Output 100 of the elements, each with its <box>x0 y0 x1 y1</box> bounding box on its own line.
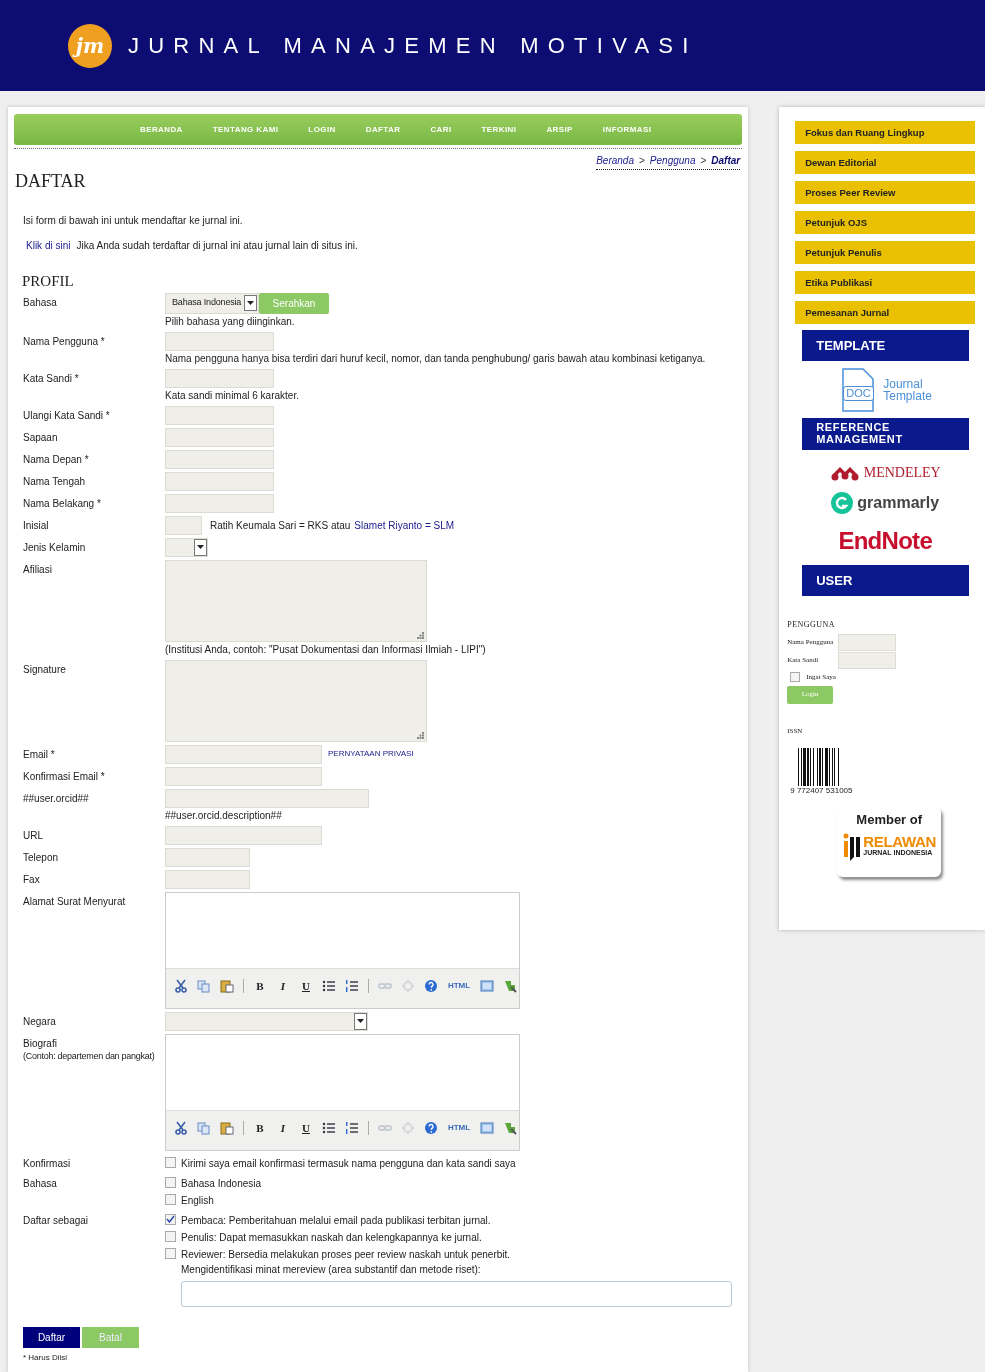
field-label: Sapaan <box>23 430 58 444</box>
bold-button[interactable]: B <box>253 1120 267 1135</box>
template-link[interactable]: Journal Template <box>883 378 932 402</box>
underline-button[interactable]: U <box>299 978 313 993</box>
endnote-logo: EndNote <box>838 526 932 556</box>
italic-button[interactable]: I <box>276 1120 290 1135</box>
interests-field[interactable] <box>181 1280 732 1307</box>
field-label: Nama Depan * <box>23 452 89 466</box>
numbered-list-icon <box>345 978 359 993</box>
checkbox[interactable] <box>165 1213 176 1225</box>
breadcrumb-separator: > <box>700 154 707 168</box>
mendeley-icon <box>829 464 860 481</box>
input-field[interactable] <box>165 788 369 808</box>
numbered-list-icon <box>345 1120 359 1135</box>
field-label: Nama Tengah <box>23 474 86 488</box>
select-field[interactable] <box>165 537 208 557</box>
checkbox[interactable] <box>165 1230 176 1242</box>
checkbox[interactable] <box>790 672 801 683</box>
input-field[interactable] <box>165 471 274 491</box>
barcode-number: 9 772407 531005 <box>790 786 853 795</box>
page-title: DAFTAR <box>15 170 87 193</box>
sidebar-link[interactable]: Fokus dan Ruang Lingkup <box>795 121 976 144</box>
input-field[interactable] <box>165 869 250 889</box>
checkbox[interactable] <box>165 1156 176 1168</box>
rji-logo-icon <box>842 832 862 861</box>
bullet-list-icon <box>322 978 336 993</box>
barcode-icon <box>798 748 842 786</box>
resize-grip-icon <box>417 631 424 639</box>
help-icon <box>424 1120 438 1135</box>
sidebar-link[interactable]: Petunjuk Penulis <box>795 241 976 264</box>
image-icon <box>480 978 494 993</box>
html-button[interactable]: HTML <box>447 1120 471 1135</box>
input-field[interactable] <box>165 449 274 469</box>
sidebar-link[interactable]: Petunjuk OJS <box>795 211 976 234</box>
html-button[interactable]: HTML <box>447 978 471 993</box>
dropdown-arrow-icon <box>247 301 254 305</box>
italic-button[interactable]: I <box>276 978 290 993</box>
scissors-icon <box>174 1120 188 1135</box>
bold-button[interactable]: B <box>253 978 267 993</box>
broken-chain-icon <box>401 1120 415 1135</box>
sidebar-link[interactable]: Proses Peer Review <box>795 181 976 204</box>
field-hint: (Institusi Anda, contoh: "Pusat Dokumentasi dan Informasi Ilmiah - LIPI") <box>165 642 486 657</box>
check-icon <box>166 1215 175 1223</box>
login-link[interactable]: Klik di sini <box>26 238 71 253</box>
rich-text-editor[interactable]: B I U HTML <box>165 1033 520 1151</box>
checkbox[interactable] <box>165 1193 176 1205</box>
checkbox-label: Kirimi saya email konfirmasi termasuk nama pengguna dan kata sandi saya <box>181 1156 516 1171</box>
field-label: Afiliasi <box>23 562 52 576</box>
privacy-link[interactable]: PERNYATAAN PRIVASI <box>328 748 414 760</box>
input-field[interactable] <box>165 766 322 786</box>
sidebar-link[interactable]: Pemesanan Jurnal <box>795 301 976 324</box>
input-field[interactable] <box>165 847 250 867</box>
clipboard-icon <box>220 978 234 993</box>
field-hint: ##user.orcid.description## <box>165 808 282 823</box>
sidebar-link[interactable]: Etika Publikasi <box>795 271 976 294</box>
rich-text-editor[interactable]: B I U HTML <box>165 891 520 1009</box>
required-note: * Harus Diisi <box>23 1352 68 1363</box>
language-select[interactable]: Bahasa Indonesia <box>165 292 259 314</box>
text-area[interactable] <box>165 659 427 742</box>
input-field[interactable] <box>165 368 274 388</box>
field-label: Biografi <box>23 1036 57 1050</box>
field-label: Ulangi Kata Sandi * <box>23 408 110 422</box>
site-title: JURNAL MANAJEMEN MOTIVASI <box>128 32 698 60</box>
dropdown-arrow-icon <box>197 545 204 549</box>
help-icon <box>424 978 438 993</box>
checkbox-label: Reviewer: Bersedia melakukan proses peer review naskah untuk penerbit. <box>181 1247 511 1262</box>
field-label: Daftar sebagai <box>23 1213 89 1227</box>
input-field[interactable] <box>165 331 274 351</box>
initials-example: Ratih Keumala Sari = RKS atau <box>210 518 351 533</box>
input-field[interactable] <box>165 744 322 764</box>
checkbox[interactable] <box>165 1247 176 1259</box>
scissors-icon <box>174 978 188 993</box>
plugin-icon <box>503 1120 517 1135</box>
input-field[interactable] <box>165 493 274 513</box>
underline-button[interactable]: U <box>299 1120 313 1135</box>
journal-logo: jm <box>68 23 112 68</box>
field-label: URL <box>23 828 43 842</box>
example-link[interactable]: Slamet Riyanto = SLM <box>354 517 455 533</box>
breadcrumb-link[interactable]: Daftar <box>711 153 741 168</box>
dropdown-arrow-icon <box>357 1019 364 1023</box>
input-field[interactable] <box>838 652 897 669</box>
select-field[interactable] <box>165 1011 368 1031</box>
checkbox-label: Pembaca: Pemberitahuan melalui email pada publikasi terbitan jurnal. <box>181 1213 491 1228</box>
field-label: Jenis Kelamin <box>23 540 86 554</box>
field-label: Telepon <box>23 850 59 864</box>
input-field[interactable] <box>838 634 897 651</box>
input-field[interactable] <box>165 405 274 425</box>
copy-icon <box>197 978 211 993</box>
intro-text: Isi form di bawah ini untuk mendaftar ke jurnal ini. <box>23 214 244 228</box>
sidebar-link[interactable]: Dewan Editorial <box>795 151 976 174</box>
checkbox[interactable] <box>165 1176 176 1188</box>
breadcrumb-separator: > <box>639 154 645 168</box>
input-field[interactable] <box>165 515 202 535</box>
tool-name: grammarly <box>857 493 940 513</box>
breadcrumb-link[interactable]: Pengguna <box>649 153 696 168</box>
register-button[interactable]: Daftar <box>23 1326 80 1348</box>
input-field[interactable] <box>165 427 274 447</box>
member-title: Member of <box>856 811 923 829</box>
input-field[interactable] <box>165 825 322 845</box>
breadcrumb-link[interactable]: Beranda <box>596 153 634 168</box>
